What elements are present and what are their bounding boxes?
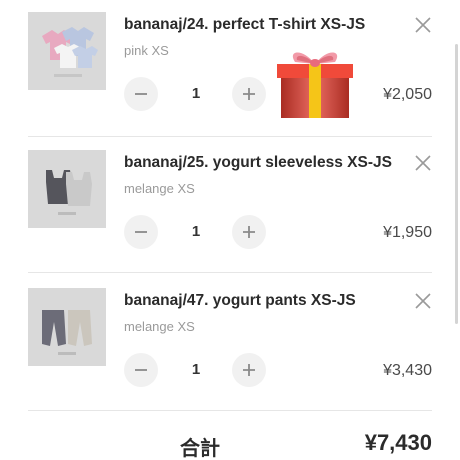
product-variant: melange XS bbox=[124, 319, 195, 334]
item-divider bbox=[28, 136, 432, 137]
decrease-quantity-button[interactable] bbox=[124, 353, 158, 387]
remove-item-close-icon[interactable] bbox=[412, 290, 434, 312]
cart-item: bananaj/24. perfect T-shirt XS-JS pink X… bbox=[0, 0, 460, 138]
total-amount: ¥7,430 bbox=[364, 430, 432, 455]
item-price: ¥2,050 bbox=[383, 86, 432, 103]
decrease-quantity-button[interactable] bbox=[124, 215, 158, 249]
item-divider bbox=[28, 410, 432, 411]
item-divider bbox=[28, 272, 432, 273]
product-thumbnail-sleeveless[interactable] bbox=[28, 150, 106, 228]
increase-quantity-button[interactable] bbox=[232, 353, 266, 387]
total-label: 合計 bbox=[180, 438, 220, 460]
cart-item: bananaj/25. yogurt sleeveless XS-JS mela… bbox=[0, 138, 460, 276]
remove-item-close-icon[interactable] bbox=[412, 14, 434, 36]
decrease-quantity-button[interactable] bbox=[124, 77, 158, 111]
product-variant: melange XS bbox=[124, 181, 195, 196]
wrapped-gift-icon bbox=[277, 44, 353, 122]
product-name[interactable]: bananaj/47. yogurt pants XS-JS bbox=[124, 292, 356, 310]
remove-item-close-icon[interactable] bbox=[412, 152, 434, 174]
item-price: ¥3,430 bbox=[383, 362, 432, 379]
quantity-value: 1 bbox=[191, 85, 201, 102]
cart-list: bananaj/24. perfect T-shirt XS-JS pink X… bbox=[0, 0, 460, 460]
product-name[interactable]: bananaj/25. yogurt sleeveless XS-JS bbox=[124, 154, 392, 172]
product-thumbnail-pants[interactable] bbox=[28, 288, 106, 366]
product-thumbnail-tshirt[interactable] bbox=[28, 12, 106, 90]
product-name[interactable]: bananaj/24. perfect T-shirt XS-JS bbox=[124, 16, 365, 34]
product-variant: pink XS bbox=[124, 43, 169, 58]
item-price: ¥1,950 bbox=[383, 224, 432, 241]
quantity-value: 1 bbox=[191, 361, 201, 378]
scrollbar[interactable] bbox=[455, 44, 458, 324]
increase-quantity-button[interactable] bbox=[232, 215, 266, 249]
cart-item: bananaj/47. yogurt pants XS-JS melange X… bbox=[0, 276, 460, 414]
quantity-value: 1 bbox=[191, 223, 201, 240]
increase-quantity-button[interactable] bbox=[232, 77, 266, 111]
